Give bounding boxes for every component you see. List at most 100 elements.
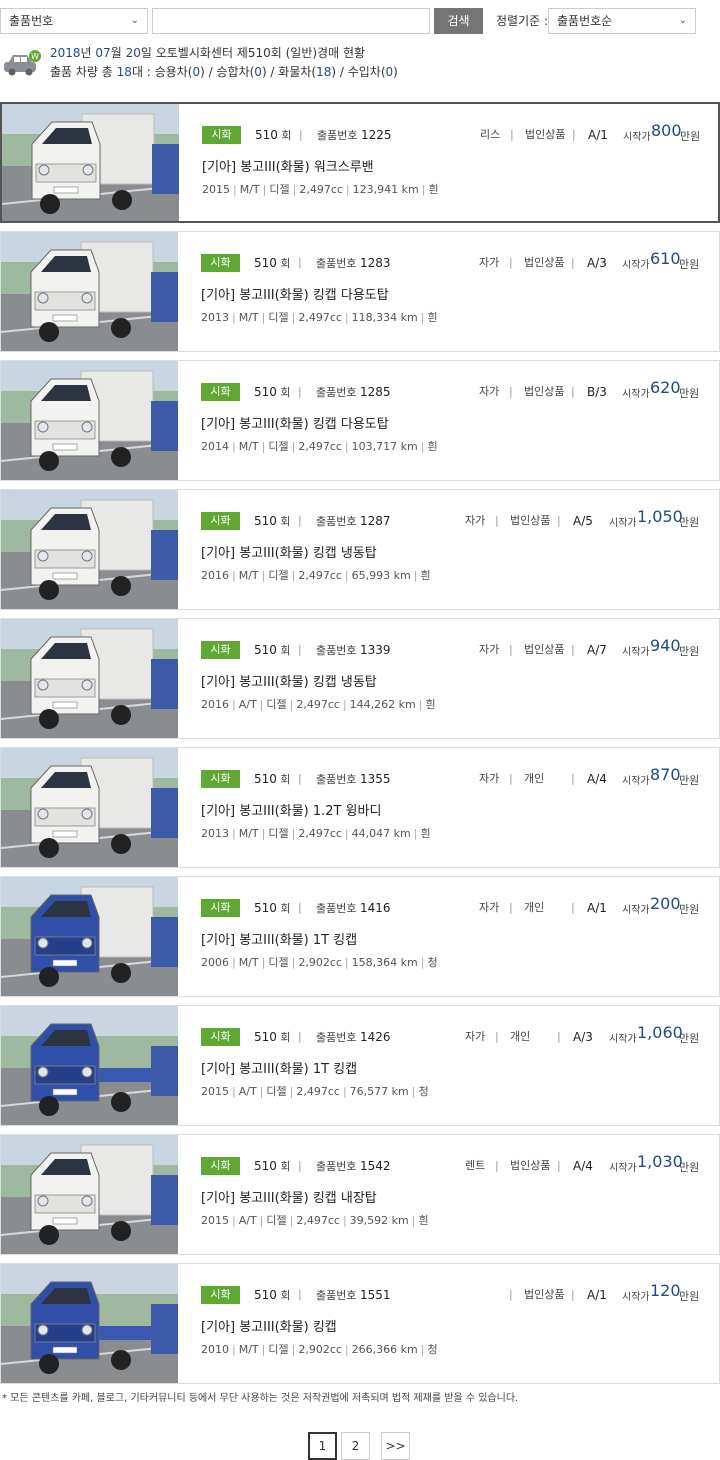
divider: | — [557, 1159, 561, 1172]
location-badge: 시화 — [201, 1286, 240, 1304]
vehicle-title[interactable]: [기아] 봉고III(화물) 1T 킹캡 — [201, 1058, 357, 1077]
vehicle-photo[interactable] — [1, 490, 178, 609]
divider: | — [509, 772, 513, 785]
ownership: 자가 — [479, 643, 500, 656]
page-2-button[interactable]: 2 — [341, 1432, 370, 1460]
vehicle-title[interactable]: [기아] 봉고III(화물) 킹캡 다용도탑 — [201, 284, 389, 303]
vehicle-photo[interactable] — [2, 104, 179, 221]
vehicle-photo[interactable] — [1, 361, 178, 480]
ownership: 자가 — [479, 256, 500, 269]
start-price: 1,030 — [637, 1152, 683, 1171]
start-price-label: 시작가 — [609, 1163, 637, 1174]
vehicle-title[interactable]: [기아] 봉고III(화물) 1T 킹캡 — [201, 929, 357, 948]
listing-card[interactable]: 시화 510 회 | 출품번호 1283 자가 | 법인상품 | A/3 시작가… — [0, 231, 720, 352]
listing-card[interactable]: 시화 510 회 | 출품번호 1426 자가 | 개인 | A/3 시작가 1… — [0, 1005, 720, 1126]
ownership-type: 개인 — [524, 901, 545, 914]
ownership-type: 개인 — [510, 1030, 531, 1043]
vehicle-title[interactable]: [기아] 봉고III(화물) 1.2T 윙바디 — [201, 800, 381, 819]
truck-photo-image — [1, 490, 178, 609]
condition-grade: A/5 — [573, 514, 593, 528]
divider: | — [557, 514, 561, 527]
start-price-label: 시작가 — [622, 647, 650, 658]
vehicle-specs: 2015 | A/T | 디젤 | 2,497cc | 76,577 km | 청 — [201, 1085, 429, 1098]
vehicle-photo[interactable] — [1, 877, 178, 996]
condition-grade: A/3 — [573, 1030, 593, 1044]
price-unit: 만원 — [679, 1161, 700, 1174]
auction-round: 510 회 — [254, 1159, 291, 1173]
search-field-select[interactable]: 출품번호 ⌄ — [0, 8, 148, 34]
vehicle-title[interactable]: [기아] 봉고III(화물) 킹캡 냉동탑 — [201, 542, 377, 561]
ownership: 자가 — [479, 901, 500, 914]
vehicle-count: 출품 차량 총 18대 : 승용차(0) / 승합차(0) / 화물차(18) … — [50, 65, 398, 79]
page-1-button[interactable]: 1 — [308, 1432, 337, 1460]
auction-title: 2018년 07월 20일 오토벨시화센터 제510회 (일반)경매 현황 — [50, 46, 366, 60]
sort-label: 정렬기준 : — [496, 14, 549, 28]
listing-card[interactable]: 시화 510 회 | 출품번호 1416 자가 | 개인 | A/1 시작가 2… — [0, 876, 720, 997]
divider: | — [509, 385, 513, 398]
divider: | — [572, 128, 576, 141]
listing-card[interactable]: 시화 510 회 | 출품번호 1551 | 법인상품 | A/1 시작가 12… — [0, 1263, 720, 1384]
listing-card[interactable]: 시화 510 회 | 출품번호 1287 자가 | 법인상품 | A/5 시작가… — [0, 489, 720, 610]
vehicle-specs: 2015 | M/T | 디젤 | 2,497cc | 123,941 km | 흰 — [202, 183, 439, 196]
location-badge: 시화 — [201, 1028, 240, 1046]
divider: | — [495, 514, 499, 527]
divider: | — [509, 643, 513, 656]
divider: | — [298, 514, 302, 527]
ownership: 자가 — [465, 1030, 486, 1043]
divider: | — [557, 1030, 561, 1043]
sort-select[interactable]: 출품번호순 ⌄ — [548, 8, 696, 34]
vehicle-photo[interactable] — [1, 232, 178, 351]
condition-grade: A/3 — [587, 256, 607, 270]
truck-photo-image — [2, 104, 179, 221]
start-price-label: 시작가 — [622, 905, 650, 916]
auction-round: 510 회 — [254, 643, 291, 657]
divider: | — [509, 1288, 513, 1301]
divider: | — [571, 256, 575, 269]
search-bar: 출품번호 ⌄ 검색 정렬기준 : 출품번호순 ⌄ — [0, 8, 720, 34]
lot-number: 출품번호 1551 — [316, 1288, 391, 1302]
listing-card[interactable]: 시화 510 회 | 출품번호 1285 자가 | 법인상품 | B/3 시작가… — [0, 360, 720, 481]
vehicle-specs: 2014 | M/T | 디젤 | 2,497cc | 103,717 km | 흰 — [201, 440, 438, 453]
divider: | — [298, 1288, 302, 1301]
vehicle-photo[interactable] — [1, 1264, 178, 1383]
price-unit: 만원 — [679, 903, 700, 916]
vehicle-title[interactable]: [기아] 봉고III(화물) 킹캡 내장탑 — [201, 1187, 377, 1206]
ownership: 자가 — [479, 772, 500, 785]
sort-select-value: 출품번호순 — [557, 14, 613, 28]
vehicle-photo[interactable] — [1, 619, 178, 738]
search-button[interactable]: 검색 — [434, 8, 483, 34]
start-price: 1,050 — [637, 507, 683, 526]
divider: | — [571, 772, 575, 785]
divider: | — [571, 901, 575, 914]
vehicle-specs: 2006 | M/T | 디젤 | 2,902cc | 158,364 km | 청 — [201, 956, 438, 969]
price-unit: 만원 — [679, 516, 700, 529]
listing-card[interactable]: 시화 510 회 | 출품번호 1355 자가 | 개인 | A/4 시작가 8… — [0, 747, 720, 868]
ownership: 렌트 — [465, 1159, 486, 1172]
listing-card[interactable]: 시화 510 회 | 출품번호 1339 자가 | 법인상품 | A/7 시작가… — [0, 618, 720, 739]
vehicle-specs: 2013 | M/T | 디젤 | 2,497cc | 118,334 km | 흰 — [201, 311, 438, 324]
vehicle-photo[interactable] — [1, 1006, 178, 1125]
start-price: 1,060 — [637, 1023, 683, 1042]
condition-grade: A/7 — [587, 643, 607, 657]
vehicle-title[interactable]: [기아] 봉고III(화물) 워크스루밴 — [202, 156, 374, 175]
auction-round: 510 회 — [254, 772, 291, 786]
search-field-value: 출품번호 — [9, 14, 54, 28]
search-input[interactable] — [152, 8, 430, 34]
vehicle-photo[interactable] — [1, 1135, 178, 1254]
listing-card[interactable]: 시화 510 회 | 출품번호 1542 렌트 | 법인상품 | A/4 시작가… — [0, 1134, 720, 1255]
start-price-label: 시작가 — [622, 260, 650, 271]
divider: | — [298, 1159, 302, 1172]
listing-card[interactable]: 시화 510 회 | 출품번호 1225 리스 | 법인상품 | A/1 시작가… — [0, 102, 720, 223]
vehicle-photo[interactable] — [1, 748, 178, 867]
divider: | — [509, 256, 513, 269]
vehicle-title[interactable]: [기아] 봉고III(화물) 킹캡 — [201, 1316, 337, 1335]
condition-grade: A/4 — [587, 772, 607, 786]
lot-number: 출품번호 1426 — [316, 1030, 391, 1044]
next-pages-button[interactable]: >> — [381, 1432, 410, 1460]
vehicle-specs: 2010 | M/T | 디젤 | 2,902cc | 266,366 km | 청 — [201, 1343, 438, 1356]
vehicle-title[interactable]: [기아] 봉고III(화물) 킹캡 냉동탑 — [201, 671, 377, 690]
start-price: 610 — [650, 249, 681, 268]
start-price: 200 — [650, 894, 681, 913]
vehicle-title[interactable]: [기아] 봉고III(화물) 킹캡 다용도탑 — [201, 413, 389, 432]
ownership-type: 법인상품 — [524, 1288, 565, 1301]
